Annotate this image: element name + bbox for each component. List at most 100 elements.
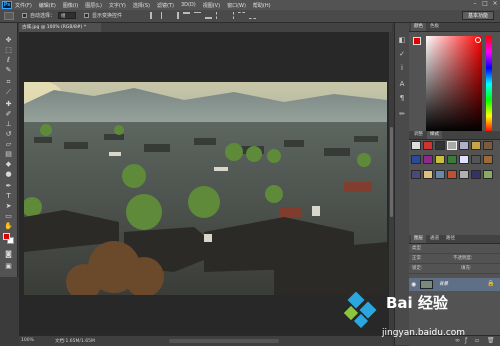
style-swatch[interactable]	[459, 141, 469, 150]
menu-window[interactable]: 窗口(W)	[227, 2, 246, 9]
distribute-icon[interactable]	[227, 12, 234, 19]
screen-mode-icon[interactable]: ▣	[3, 261, 14, 271]
style-swatch[interactable]	[447, 169, 457, 179]
style-swatch[interactable]	[483, 169, 493, 179]
style-swatch[interactable]	[471, 169, 481, 179]
move-tool-preset-icon[interactable]	[4, 12, 14, 20]
minimize-icon[interactable]: –	[472, 1, 478, 7]
properties-panel-icon[interactable]: ✓	[397, 49, 407, 59]
quick-mask-icon[interactable]: ◙	[3, 249, 14, 259]
info-panel-icon[interactable]: i	[397, 63, 407, 73]
menu-3d[interactable]: 3D(D)	[181, 2, 196, 8]
workspace-switcher[interactable]: 基本功能	[462, 11, 494, 20]
history-panel-icon[interactable]: ◧	[397, 35, 407, 45]
distribute-icon[interactable]	[216, 12, 223, 19]
align-middle-icon[interactable]	[194, 12, 201, 19]
maximize-icon[interactable]: □	[482, 1, 488, 7]
menu-image[interactable]: 图像(I)	[63, 2, 78, 9]
foreground-color-swatch[interactable]	[3, 233, 10, 240]
zoom-level[interactable]: 100%	[21, 338, 34, 343]
style-swatch[interactable]	[459, 155, 469, 165]
distribute-icon[interactable]	[249, 12, 256, 19]
gradient-icon[interactable]: ▤	[3, 149, 14, 159]
align-center-icon[interactable]	[161, 12, 168, 19]
layer-name[interactable]: 背景	[439, 281, 448, 287]
menu-filter[interactable]: 滤镜(T)	[157, 2, 174, 9]
auto-select-checkbox[interactable]	[22, 13, 27, 18]
style-swatch[interactable]	[423, 141, 433, 150]
style-swatch[interactable]	[483, 155, 493, 165]
eyedropper-icon[interactable]: ⟋	[3, 87, 14, 97]
tab-adjustments[interactable]: 调整	[411, 131, 426, 139]
style-swatch[interactable]	[471, 141, 481, 150]
style-swatch[interactable]	[447, 155, 457, 165]
panel-foreground-swatch[interactable]	[413, 37, 421, 45]
eye-icon[interactable]: ◉	[411, 281, 416, 288]
menu-type[interactable]: 文字(Y)	[109, 2, 126, 9]
hue-slider[interactable]	[486, 36, 492, 132]
style-swatch[interactable]	[459, 169, 469, 179]
tab-channels[interactable]: 通道	[427, 235, 442, 243]
color-swatches[interactable]	[3, 233, 15, 245]
crop-icon[interactable]: ⌗	[3, 77, 14, 87]
dodge-icon[interactable]: ●	[3, 169, 14, 179]
style-swatch[interactable]	[435, 141, 445, 150]
document-tab[interactable]: 古城.jpg @ 100% (RGB/8#) *	[19, 23, 101, 32]
marquee-icon[interactable]: ⬚	[3, 45, 14, 55]
color-picker-field[interactable]	[426, 36, 482, 132]
menu-view[interactable]: 视图(V)	[203, 2, 220, 9]
healing-icon[interactable]: ✚	[3, 99, 14, 109]
auto-select-dropdown[interactable]: 组	[58, 12, 76, 19]
style-swatch[interactable]	[435, 155, 445, 165]
show-transform-checkbox[interactable]	[84, 13, 89, 18]
blend-mode-select[interactable]: 正常	[409, 256, 421, 261]
horizontal-scrollbar[interactable]	[169, 339, 279, 343]
style-swatch[interactable]	[471, 155, 481, 165]
menu-file[interactable]: 文件(F)	[15, 2, 32, 9]
style-swatch[interactable]	[411, 155, 421, 165]
menu-edit[interactable]: 编辑(E)	[39, 2, 56, 9]
document-canvas-image[interactable]	[24, 82, 387, 295]
brush-icon[interactable]: ✐	[3, 109, 14, 119]
picker-cursor[interactable]	[475, 37, 481, 43]
eraser-icon[interactable]: ▱	[3, 139, 14, 149]
style-swatch[interactable]	[483, 141, 493, 150]
style-swatch[interactable]	[411, 141, 421, 150]
style-swatch[interactable]	[423, 169, 433, 179]
style-swatch[interactable]	[423, 155, 433, 165]
stamp-icon[interactable]: ⊥	[3, 119, 14, 129]
hand-icon[interactable]: ✋	[3, 221, 14, 231]
tab-swatches[interactable]: 色板	[427, 23, 442, 31]
shape-icon[interactable]: ▭	[3, 211, 14, 221]
path-select-icon[interactable]: ➤	[3, 201, 14, 211]
blur-icon[interactable]: ◆	[3, 159, 14, 169]
style-swatch[interactable]	[435, 169, 445, 179]
distribute-icon[interactable]	[238, 12, 245, 19]
pen-icon[interactable]: ✒	[3, 181, 14, 191]
tab-color[interactable]: 颜色	[411, 23, 426, 31]
menu-select[interactable]: 选择(S)	[133, 2, 150, 9]
layer-kind-label[interactable]: 类型	[409, 246, 421, 251]
paragraph-panel-icon[interactable]: A	[397, 79, 407, 89]
align-left-icon[interactable]	[150, 12, 157, 19]
quick-select-icon[interactable]: ✎	[3, 65, 14, 75]
style-swatch[interactable]	[411, 169, 421, 179]
canvas-workspace[interactable]	[19, 32, 392, 335]
history-brush-icon[interactable]: ↺	[3, 129, 14, 139]
align-bottom-icon[interactable]	[205, 12, 212, 19]
style-swatch[interactable]	[447, 141, 457, 150]
align-right-icon[interactable]	[172, 12, 179, 19]
tab-styles[interactable]: 样式	[427, 131, 442, 139]
lasso-icon[interactable]: ℓ	[3, 55, 14, 65]
move-icon[interactable]: ✥	[3, 35, 14, 45]
menu-layer[interactable]: 图层(L)	[85, 2, 102, 9]
type-icon[interactable]: T	[3, 191, 14, 201]
scrollbar-thumb[interactable]	[390, 127, 393, 217]
brush-panel-icon[interactable]: ✏	[397, 109, 407, 119]
close-icon[interactable]: ×	[492, 1, 498, 7]
tab-layers[interactable]: 图层	[411, 235, 426, 243]
tab-paths[interactable]: 路径	[443, 235, 458, 243]
character-panel-icon[interactable]: ¶	[397, 93, 407, 103]
align-top-icon[interactable]	[183, 12, 190, 19]
menu-help[interactable]: 帮助(H)	[253, 2, 271, 9]
